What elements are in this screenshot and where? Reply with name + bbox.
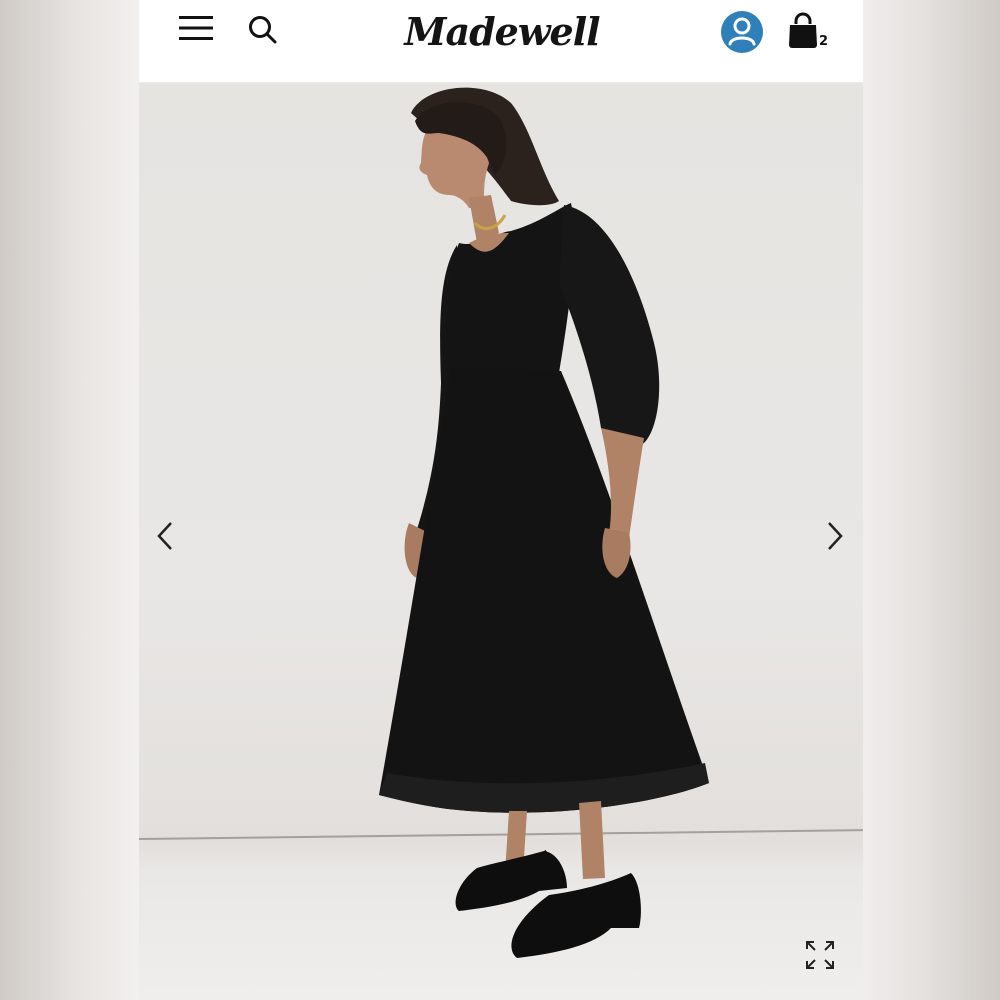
user-account-icon — [728, 17, 756, 46]
shopping-bag-icon — [789, 12, 817, 48]
site-header: Madewell 2 — [139, 0, 863, 83]
next-image-button[interactable] — [815, 516, 855, 556]
blurred-background-right — [863, 0, 1000, 1000]
chevron-right-icon — [828, 522, 843, 550]
expand-fullscreen-icon — [806, 941, 834, 969]
menu-button[interactable] — [175, 10, 217, 46]
bag-count-badge: 2 — [819, 34, 829, 49]
brand-logo[interactable]: Madewell — [399, 2, 605, 60]
chevron-left-icon — [157, 522, 172, 550]
blurred-background-left — [0, 0, 139, 1000]
mobile-screen: Madewell 2 — [139, 0, 863, 1000]
product-photo-model-in-black-dress — [379, 87, 709, 958]
search-button[interactable] — [243, 10, 283, 50]
search-icon — [249, 16, 277, 44]
product-image-gallery[interactable] — [139, 83, 863, 1000]
shopping-bag-button[interactable]: 2 — [787, 12, 833, 54]
previous-image-button[interactable] — [145, 516, 185, 556]
expand-image-button[interactable] — [799, 935, 841, 975]
brand-logo-text: Madewell — [404, 8, 600, 54]
account-button[interactable] — [721, 11, 763, 53]
hamburger-menu-icon — [179, 16, 213, 40]
